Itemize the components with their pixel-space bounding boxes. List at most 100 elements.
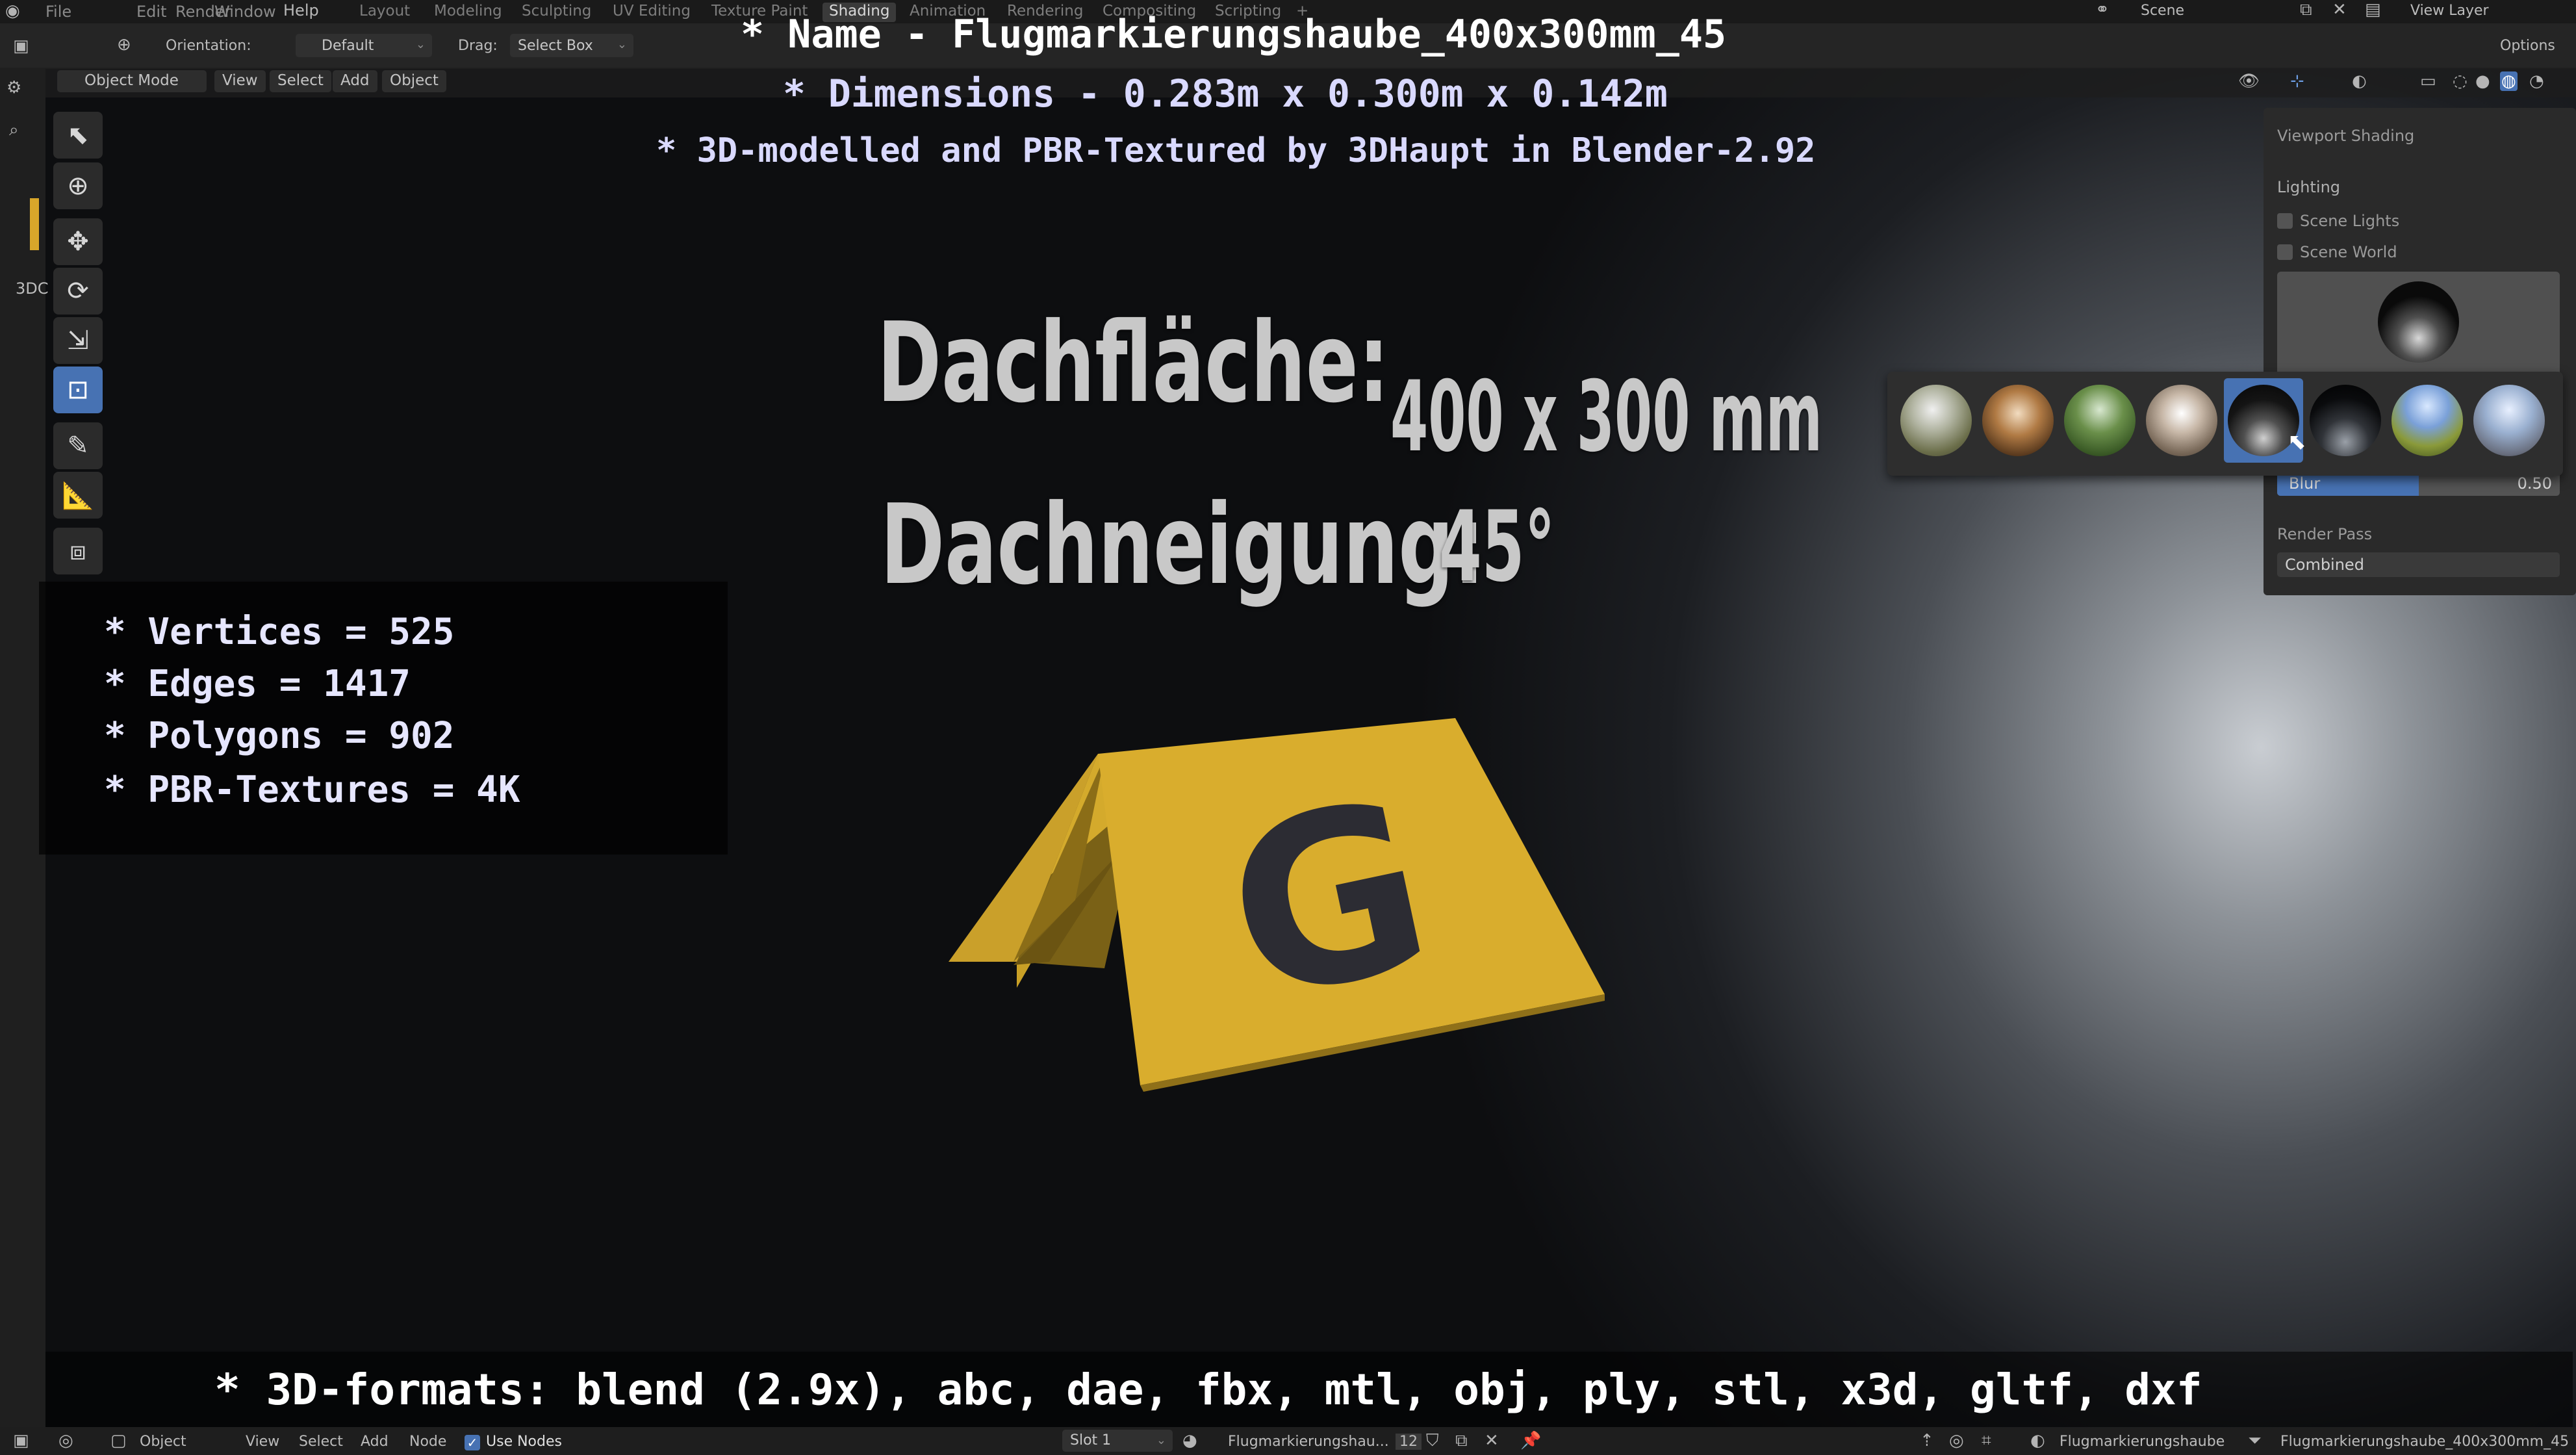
- properties-icon[interactable]: ⚙: [6, 78, 21, 97]
- scene-lights-checkbox[interactable]: [2277, 213, 2293, 229]
- menu-edit[interactable]: Edit: [136, 3, 166, 21]
- add-cube-tool[interactable]: ⧈: [53, 528, 103, 574]
- hdri-thumbnail[interactable]: [1900, 385, 1972, 456]
- drag-label: Drag:: [458, 38, 498, 54]
- hdri-thumbnail[interactable]: [2146, 385, 2217, 456]
- search-icon[interactable]: ⌕: [9, 120, 19, 140]
- stat-pbr-textures: * PBR-Textures = 4K: [104, 769, 520, 811]
- view-layer-icon[interactable]: ▤: [2365, 0, 2381, 19]
- move-tool[interactable]: ✥: [53, 218, 103, 265]
- measure-tool[interactable]: 📐: [53, 472, 103, 519]
- funnel-icon[interactable]: ⏷: [2248, 1431, 2262, 1451]
- scale-icon: ⇲: [67, 326, 89, 355]
- object-mode-label: Object Mode: [84, 72, 179, 89]
- tab-sculpting[interactable]: Sculpting: [522, 3, 591, 22]
- tab-modeling[interactable]: Modeling: [434, 3, 502, 22]
- object-name-field[interactable]: Flugmarkierungshaube: [2060, 1434, 2225, 1450]
- viewport-menu-object[interactable]: Object: [382, 70, 446, 92]
- wireframe-shading-icon[interactable]: ◌: [2453, 71, 2468, 91]
- material-preview-shading-icon[interactable]: ◍: [2500, 71, 2518, 91]
- viewport-menu-view[interactable]: View: [214, 70, 266, 92]
- object-mode-dropdown[interactable]: Object Mode: [57, 70, 207, 92]
- mesh-name-field[interactable]: Flugmarkierungshaube_400x300mm_45: [2280, 1434, 2569, 1450]
- rotate-tool[interactable]: ⟳: [53, 268, 103, 315]
- render-pass-dropdown[interactable]: Combined: [2277, 552, 2560, 577]
- node-menu-node[interactable]: Node: [409, 1434, 446, 1450]
- viewport-menu-select[interactable]: Select: [270, 70, 331, 92]
- scene-lights-label: Scene Lights: [2300, 212, 2400, 230]
- duplicate-material-icon[interactable]: ⧉: [1455, 1431, 1468, 1451]
- overlays-icon[interactable]: ◐: [2352, 71, 2367, 91]
- hdri-thumbnail[interactable]: [2391, 385, 2463, 456]
- snap-icon[interactable]: ⇡: [1920, 1431, 1934, 1450]
- node-menu-view[interactable]: View: [246, 1434, 279, 1450]
- hdri-preview-button[interactable]: [2277, 272, 2560, 376]
- scene-selector[interactable]: Scene: [2141, 3, 2184, 19]
- ruler-icon: 📐: [62, 480, 94, 511]
- shader-type-icon[interactable]: ◎: [58, 1431, 73, 1450]
- hdri-thumbnail[interactable]: [2473, 385, 2545, 456]
- roof-area-value: 400 x 300 mm: [1390, 361, 1822, 474]
- slot-dropdown[interactable]: Slot 1 ⌄: [1062, 1430, 1173, 1452]
- transform-tool[interactable]: ⊡: [53, 367, 103, 413]
- orientation-icon[interactable]: ⊕: [117, 35, 131, 55]
- snapping-icon[interactable]: ⌗: [1982, 1431, 1991, 1451]
- material-user-count[interactable]: 12: [1396, 1434, 1422, 1450]
- options-dropdown[interactable]: Options: [2500, 38, 2555, 54]
- annotate-tool[interactable]: ✎: [53, 422, 103, 469]
- scale-tool[interactable]: ⇲: [53, 317, 103, 364]
- viewport-menu-add[interactable]: Add: [333, 70, 377, 92]
- drag-dropdown[interactable]: Select Box ⌄: [510, 34, 633, 57]
- material-icon[interactable]: ◕: [1182, 1431, 1197, 1450]
- slot-value: Slot 1: [1070, 1432, 1112, 1449]
- menu-help[interactable]: Help: [283, 1, 319, 19]
- editor-type-icon[interactable]: ▣: [13, 36, 29, 56]
- scene-icon[interactable]: ⚭: [2095, 0, 2110, 19]
- solid-shading-icon[interactable]: ●: [2475, 71, 2490, 91]
- rendered-shading-icon[interactable]: ◔: [2529, 71, 2544, 91]
- xray-icon[interactable]: ▭: [2420, 71, 2436, 91]
- gizmo-icon[interactable]: ⊹: [2290, 71, 2304, 91]
- chevron-down-icon: ⌄: [415, 38, 426, 51]
- pin-icon[interactable]: 📌: [1520, 1431, 1541, 1450]
- formats-caption: * 3D-formats: blend (2.9x), abc, dae, fb…: [214, 1365, 2202, 1415]
- blender-logo-icon[interactable]: ◉: [5, 1, 20, 21]
- delete-scene-icon[interactable]: ✕: [2332, 0, 2347, 19]
- scene-world-checkbox[interactable]: [2277, 244, 2293, 260]
- node-menu-add[interactable]: Add: [361, 1434, 389, 1450]
- material-name-field[interactable]: Flugmarkierungshau...: [1228, 1434, 1389, 1450]
- hdri-thumbnail[interactable]: [2310, 385, 2381, 456]
- select-box-tool[interactable]: ⬉: [53, 112, 103, 159]
- hdri-selection-popup: ⬉: [1887, 372, 2563, 476]
- tab-layout[interactable]: Layout: [359, 3, 410, 22]
- unlink-material-icon[interactable]: ✕: [1485, 1431, 1499, 1450]
- menu-file[interactable]: File: [45, 3, 71, 21]
- node-menu-select[interactable]: Select: [299, 1434, 343, 1450]
- stat-vertices: * Vertices = 525: [104, 611, 455, 653]
- scene-world-label: Scene World: [2300, 243, 2397, 261]
- lighting-label: Lighting: [2277, 178, 2341, 196]
- roof-marker-model[interactable]: G: [910, 702, 1624, 1105]
- menu-window[interactable]: Window: [214, 3, 276, 21]
- status-bar: ▣ ◎ ▢ Object View Select Add Node ✓ Use …: [0, 1427, 2576, 1455]
- object-icon[interactable]: ▢: [110, 1431, 127, 1450]
- object-dropdown[interactable]: Object: [140, 1434, 186, 1450]
- view-layer-selector[interactable]: View Layer: [2410, 3, 2489, 19]
- transform-icon: ⊡: [67, 375, 89, 405]
- object-data-icon[interactable]: ◐: [2030, 1431, 2045, 1450]
- new-scene-icon[interactable]: ⧉: [2300, 0, 2312, 20]
- hdri-thumbnail[interactable]: [1982, 385, 2054, 456]
- blur-label: Blur: [2289, 474, 2321, 493]
- proportional-edit-icon[interactable]: ◎: [1949, 1431, 1964, 1450]
- tab-uv-editing[interactable]: UV Editing: [613, 3, 691, 22]
- editor-type-icon[interactable]: ▣: [13, 1431, 29, 1450]
- model-name-caption: * Name - Flugmarkierungshaube_400x300mm_…: [741, 12, 1727, 57]
- add-cube-icon: ⧈: [70, 536, 86, 566]
- cursor-tool[interactable]: ⊕: [53, 162, 103, 209]
- fake-user-shield-icon[interactable]: ⛉: [1426, 1431, 1439, 1451]
- orientation-dropdown[interactable]: Default ⌄: [296, 34, 432, 57]
- roof-area-label: Dachfläche:: [877, 299, 1390, 428]
- hdri-thumbnail[interactable]: [2064, 385, 2136, 456]
- use-nodes-checkbox[interactable]: ✓: [465, 1435, 480, 1450]
- visibility-icon[interactable]: 👁: [2238, 71, 2260, 91]
